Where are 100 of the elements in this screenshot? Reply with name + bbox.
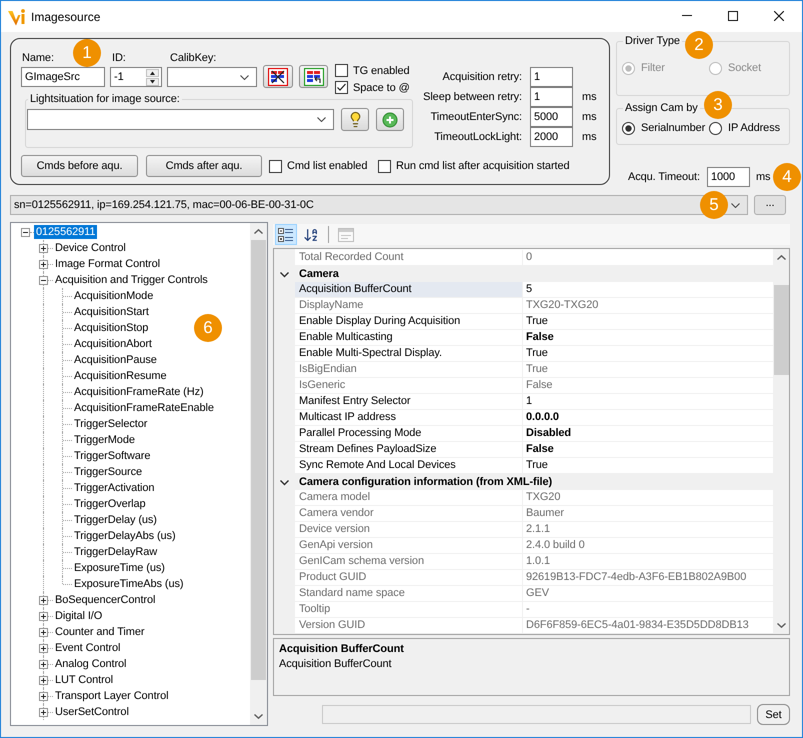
scroll-down-icon[interactable] bbox=[776, 623, 786, 628]
tree-item[interactable]: ExposureTime (us) bbox=[72, 561, 167, 575]
radio-button[interactable] bbox=[622, 122, 635, 134]
property-name[interactable]: Stream Defines PayloadSize bbox=[295, 442, 523, 458]
checkbox-label[interactable]: TG enabled bbox=[353, 64, 410, 76]
spin-up-icon[interactable] bbox=[146, 68, 159, 76]
number-field[interactable]: 2000 bbox=[530, 127, 573, 147]
tree-item[interactable]: Digital I/O bbox=[53, 609, 104, 623]
scrollbar[interactable] bbox=[773, 249, 789, 634]
icon-button[interactable] bbox=[263, 65, 293, 88]
collapse-icon[interactable] bbox=[39, 276, 48, 284]
radio-button[interactable] bbox=[709, 122, 722, 134]
property-value[interactable]: 1.0.1 bbox=[523, 554, 773, 570]
light-situation-dropdown[interactable] bbox=[27, 109, 334, 130]
id-spinner[interactable]: -1 bbox=[110, 67, 162, 87]
property-name[interactable]: Camera vendor bbox=[295, 506, 523, 522]
tree-item[interactable]: AcquisitionMode bbox=[72, 289, 156, 303]
checkbox[interactable] bbox=[335, 81, 348, 94]
expand-icon[interactable] bbox=[39, 260, 48, 268]
set-button[interactable]: Set bbox=[757, 704, 790, 725]
property-value[interactable]: 5 bbox=[523, 282, 773, 298]
tree-item[interactable]: BoSequencerControl bbox=[53, 593, 158, 607]
expand-icon[interactable] bbox=[39, 644, 48, 652]
property-name[interactable]: GenICam schema version bbox=[295, 554, 523, 570]
tree-item[interactable]: Acquisition and Trigger Controls bbox=[53, 273, 210, 287]
tree-item[interactable]: UserSetControl bbox=[53, 705, 131, 719]
property-name[interactable]: Manifest Entry Selector bbox=[295, 394, 523, 410]
property-name[interactable]: Enable Display During Acquisition bbox=[295, 314, 523, 330]
property-name[interactable]: Tooltip bbox=[295, 602, 523, 618]
tree-item[interactable]: 0125562911 bbox=[34, 225, 98, 239]
scroll-up-icon[interactable] bbox=[254, 229, 263, 234]
property-value[interactable]: True bbox=[523, 314, 773, 330]
property-name[interactable]: Parallel Processing Mode bbox=[295, 426, 523, 442]
tree-item[interactable]: Device Control bbox=[53, 241, 128, 255]
tree-item[interactable]: LUT Control bbox=[53, 673, 115, 687]
tree-item[interactable]: AcquisitionPause bbox=[72, 353, 159, 367]
property-name[interactable]: Camera model bbox=[295, 490, 523, 506]
property-value[interactable]: 2.1.1 bbox=[523, 522, 773, 538]
command-button[interactable]: Cmds before aqu. bbox=[21, 155, 138, 177]
tree-item[interactable]: ExposureTimeAbs (us) bbox=[72, 577, 186, 591]
number-field[interactable]: 1 bbox=[530, 67, 573, 87]
icon-button[interactable] bbox=[341, 108, 369, 131]
radio-label[interactable]: IP Address bbox=[728, 122, 780, 134]
property-value[interactable]: - bbox=[523, 602, 773, 618]
spin-down-icon[interactable] bbox=[146, 78, 159, 86]
property-value[interactable]: True bbox=[523, 362, 773, 378]
property-name[interactable]: Total Recorded Count bbox=[295, 250, 523, 266]
property-value[interactable]: 0.0.0.0 bbox=[523, 410, 773, 426]
property-value[interactable]: True bbox=[523, 346, 773, 362]
property-name[interactable]: GenApi version bbox=[295, 538, 523, 554]
property-name[interactable]: DisplayName bbox=[295, 298, 523, 314]
tree-item[interactable]: TriggerOverlap bbox=[72, 497, 148, 511]
property-value[interactable]: False bbox=[523, 378, 773, 394]
property-value[interactable]: Disabled bbox=[523, 426, 773, 442]
tree-item[interactable]: AcquisitionStart bbox=[72, 305, 151, 319]
tree-item[interactable]: AcquisitionFrameRate (Hz) bbox=[72, 385, 206, 399]
tree-item[interactable]: TriggerSoftware bbox=[72, 449, 152, 463]
property-value[interactable]: 2.4.0 build 0 bbox=[523, 538, 773, 554]
checkbox-label[interactable]: Cmd list enabled bbox=[287, 160, 368, 172]
expand-icon[interactable] bbox=[39, 708, 48, 716]
radio-label[interactable]: Serialnumber bbox=[641, 122, 706, 134]
icon-button[interactable] bbox=[299, 65, 328, 88]
scrollbar[interactable] bbox=[250, 223, 267, 725]
property-name[interactable]: IsGeneric bbox=[295, 378, 523, 394]
number-field[interactable]: 1 bbox=[530, 87, 573, 107]
expand-icon[interactable] bbox=[39, 676, 48, 684]
collapse-icon[interactable] bbox=[21, 228, 30, 236]
expand-icon[interactable] bbox=[39, 628, 48, 636]
property-name[interactable]: IsBigEndian bbox=[295, 362, 523, 378]
tree-item[interactable]: TriggerSelector bbox=[72, 417, 150, 431]
checkbox-label[interactable]: Space to @ bbox=[353, 82, 410, 94]
tree-item[interactable]: Counter and Timer bbox=[53, 625, 146, 639]
checkbox-label[interactable]: Run cmd list after acquisition started bbox=[396, 160, 570, 172]
chevron-down-icon[interactable] bbox=[280, 478, 289, 486]
property-value[interactable]: D6F6F859-6EC5-4a01-9834-E35D5DD8DB13 bbox=[523, 618, 773, 634]
number-field[interactable]: 5000 bbox=[530, 107, 573, 127]
property-value[interactable]: TXG20-TXG20 bbox=[523, 298, 773, 314]
property-value[interactable]: 92619B13-FDC7-4edb-A3F6-EB1B802A9B00 bbox=[523, 570, 773, 586]
tree-item[interactable]: TriggerDelayRaw bbox=[72, 545, 160, 559]
tree-item[interactable]: AcquisitionStop bbox=[72, 321, 150, 335]
tree-item[interactable]: Image Format Control bbox=[53, 257, 162, 271]
calib-key-dropdown[interactable] bbox=[167, 67, 257, 87]
tree-item[interactable]: Analog Control bbox=[53, 657, 128, 671]
property-name[interactable]: Enable Multi-Spectral Display. bbox=[295, 346, 523, 362]
tool-button[interactable] bbox=[275, 224, 297, 245]
checkbox[interactable] bbox=[335, 64, 348, 77]
scroll-up-icon[interactable] bbox=[776, 255, 786, 260]
property-value[interactable]: GEV bbox=[523, 586, 773, 602]
tree-item[interactable]: TriggerDelay (us) bbox=[72, 513, 159, 527]
property-name[interactable]: Device version bbox=[295, 522, 523, 538]
scrollbar-thumb[interactable] bbox=[251, 240, 266, 680]
expand-icon[interactable] bbox=[39, 692, 48, 700]
tree-item[interactable]: TriggerActivation bbox=[72, 481, 156, 495]
property-name[interactable]: Multicast IP address bbox=[295, 410, 523, 426]
property-name[interactable]: Version GUID bbox=[295, 618, 523, 634]
property-value[interactable]: Baumer bbox=[523, 506, 773, 522]
expand-icon[interactable] bbox=[39, 612, 48, 620]
checkbox[interactable] bbox=[378, 160, 391, 172]
tree-item[interactable]: Transport Layer Control bbox=[53, 689, 170, 703]
expand-icon[interactable] bbox=[39, 596, 48, 604]
